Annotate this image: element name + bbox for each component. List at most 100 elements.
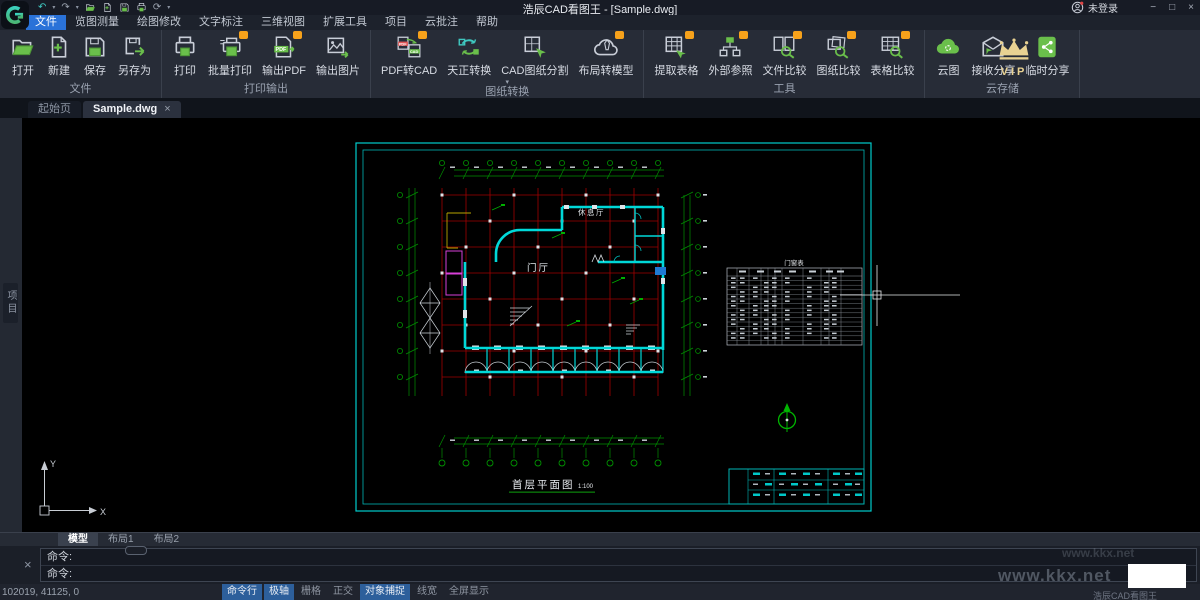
walls [463,205,665,372]
cloud-drawing-button[interactable]: 云图 [930,32,966,80]
watermark-site-faint: www.kkx.net [1062,546,1134,560]
file-compare-button[interactable]: 文件比较 [757,32,811,80]
doc-tab-start-page[interactable]: 起始页 [28,101,81,118]
menu-tab-view-measure[interactable]: 览图测量 [66,15,128,30]
app-window: ↶ ▾ ↷ ▾ ⟳ ▾ 浩辰CAD看图王 - [Sample.dwg] 未登录 … [0,0,1200,600]
vip-badge [847,31,856,39]
project-panel-tab[interactable]: 项目 [3,283,18,323]
batch-print-button[interactable]: 批量打印 [203,32,257,80]
vip-upgrade-button[interactable]: VIP [992,38,1036,78]
vip-badge [239,31,248,39]
stair-symbols [420,282,640,354]
app-logo[interactable] [1,1,29,29]
window-controls: − □ × [1150,0,1194,15]
dropdown-caret[interactable]: ▾ [76,4,79,11]
menu-tab-draw-modify[interactable]: 绘图修改 [128,15,190,30]
toggle-polar[interactable]: 极轴 [264,584,294,600]
pdf-to-cad-button[interactable]: PDFCAD PDF转CAD [376,32,442,80]
button-label: 批量打印 [208,62,252,78]
button-label: 表格比较 [870,62,914,78]
drawing-compare-icon [825,34,851,60]
magenta-elevator-block [446,251,462,273]
new-button[interactable]: 新建 [41,32,77,80]
ribbon-group-print-output: 打印 批量打印 PDF 输出PDF 输出图片 打印输出 [162,30,371,98]
close-command-icon[interactable]: × [24,557,32,572]
ribbon-group-tools: 提取表格 外部参照 文件比较 图纸比较 表格比较 [644,30,925,98]
save-as-button[interactable]: 另存为 [113,32,156,80]
doc-tab-label: 起始页 [38,101,71,118]
minimize-button[interactable]: − [1150,2,1156,13]
ribbon-group-file: 打开 新建 保存 另存为 文件 [0,30,162,98]
toggle-fullscreen[interactable]: 全屏显示 [444,584,494,600]
open-mini-icon[interactable] [85,2,96,13]
undo-icon[interactable]: ↶ [38,2,46,13]
xref-icon [717,34,743,60]
export-pdf-icon: PDF [271,34,297,60]
menu-tab-project[interactable]: 项目 [376,15,416,30]
folder-open-icon [10,34,36,60]
doc-tab-sample-dwg[interactable]: Sample.dwg × [83,101,181,118]
svg-text:PDF: PDF [399,41,407,46]
maximize-button[interactable]: □ [1169,2,1175,13]
save-mini-icon[interactable] [119,2,130,13]
extract-table-button[interactable]: 提取表格 [649,32,703,80]
toggle-object-snap[interactable]: 对象捕捉 [360,584,410,600]
refresh-icon[interactable]: ⟳ [153,2,161,13]
print-mini-icon[interactable] [136,2,147,13]
button-label: 天正转换 [447,62,491,78]
user-login[interactable]: 未登录 [1071,0,1118,15]
drawing-compare-button[interactable]: 图纸比较 [811,32,865,80]
cad-split-button[interactable]: CAD图纸分割 [496,32,573,80]
column-grid [441,188,660,396]
export-image-button[interactable]: 输出图片 [311,32,365,80]
menu-tab-3d-view[interactable]: 三维视图 [252,15,314,30]
print-button[interactable]: 打印 [167,32,203,80]
open-button[interactable]: 打开 [5,32,41,80]
export-pdf-button[interactable]: PDF 输出PDF [257,32,311,80]
menu-tab-help[interactable]: 帮助 [467,15,507,30]
redo-icon[interactable]: ↷ [61,2,69,13]
button-label: 输出PDF [262,62,306,78]
xref-button[interactable]: 外部参照 [703,32,757,80]
temp-share-icon [1034,34,1060,60]
svg-text:首层平面图: 首层平面图 [512,478,575,491]
toggle-ortho[interactable]: 正交 [328,584,358,600]
print-icon [172,34,198,60]
layout-to-model-button[interactable]: 布局转模型 [573,32,638,80]
toggle-lineweight[interactable]: 线宽 [412,584,442,600]
vip-badge [615,31,624,39]
plan-title: 首层平面图 1:100 [509,478,595,493]
button-label: 云图 [937,62,959,78]
vip-label: VIP [992,67,1036,78]
close-tab-icon[interactable]: × [164,101,170,118]
dropdown-caret[interactable]: ▾ [52,4,55,11]
button-label: 外部参照 [708,62,752,78]
layout-tab-layout1[interactable]: 布局1 [98,533,144,546]
bottom-rooms-band [465,346,663,374]
button-label: 打印 [174,62,196,78]
button-label: 新建 [48,62,70,78]
dropdown-caret[interactable]: ▾ [167,4,170,11]
menu-bar: 文件 览图测量 绘图修改 文字标注 三维视图 扩展工具 项目 云批注 帮助 [0,15,1200,30]
status-bar: 102019, 41125, 0 命令行 极轴 栅格 正交 对象捕捉 线宽 全屏… [0,584,1200,600]
north-arrow [779,403,796,432]
table-compare-button[interactable]: 表格比较 [865,32,919,80]
logo-icon [3,3,27,27]
toggle-grid[interactable]: 栅格 [296,584,326,600]
menu-tab-extended-tools[interactable]: 扩展工具 [314,15,376,30]
menu-tab-file[interactable]: 文件 [26,15,66,30]
menu-tab-text-annotate[interactable]: 文字标注 [190,15,252,30]
axis-x-label: X [100,507,106,517]
save-button[interactable]: 保存 [77,32,113,80]
tianzheng-convert-button[interactable]: 天正转换 [442,32,496,80]
menu-tab-cloud-annotate[interactable]: 云批注 [416,15,467,30]
close-button[interactable]: × [1188,2,1194,13]
command-drag-handle[interactable] [125,546,147,555]
table-compare-icon [879,34,905,60]
layout-tab-model[interactable]: 模型 [58,533,98,546]
new-mini-icon[interactable] [102,2,113,13]
ribbon-group-drawing-convert: PDFCAD PDF转CAD 天正转换 CAD图纸分割 布局转模型 ▾ 图纸转换 [371,30,644,98]
cad-drawing-canvas[interactable]: 门窗表 Y [22,118,1200,532]
toggle-command-line[interactable]: 命令行 [222,584,262,600]
layout-tab-layout2[interactable]: 布局2 [144,533,190,546]
